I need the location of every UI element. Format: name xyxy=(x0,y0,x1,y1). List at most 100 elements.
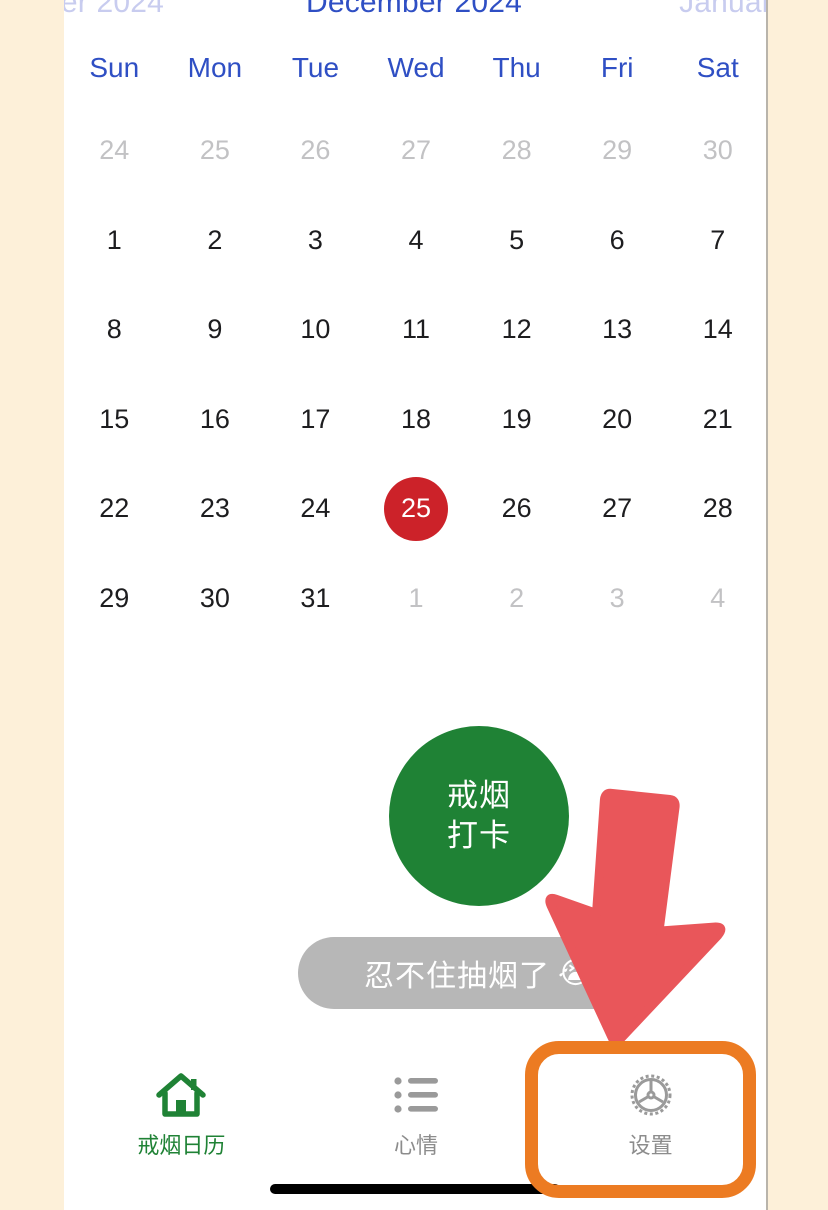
calendar-day-number: 2 xyxy=(509,582,525,613)
calendar-day-cell[interactable]: 3 xyxy=(265,196,366,286)
calendar-day-cell[interactable]: 10 xyxy=(265,285,366,375)
calendar-day-number: 6 xyxy=(609,224,625,255)
calendar-day-number: 1 xyxy=(408,582,424,613)
next-month-label[interactable]: Januar xyxy=(679,0,766,20)
calendar-day-number: 23 xyxy=(199,493,230,524)
calendar-day-cell[interactable]: 17 xyxy=(265,375,366,465)
weekday-thu: Thu xyxy=(492,52,541,83)
calendar-day-cell[interactable]: 19 xyxy=(466,375,567,465)
calendar-day-cell[interactable]: 13 xyxy=(567,285,668,375)
calendar-day-cell[interactable]: 9 xyxy=(165,285,266,375)
calendar-day-cell[interactable]: 24 xyxy=(265,464,366,554)
calendar-day-cell[interactable]: 12 xyxy=(466,285,567,375)
tab-mood-label: 心情 xyxy=(394,1133,439,1158)
calendar-day-number: 30 xyxy=(199,582,230,613)
calendar-day-cell[interactable]: 26 xyxy=(265,106,366,196)
calendar-day-cell[interactable]: 27 xyxy=(567,464,668,554)
calendar-day-number: 29 xyxy=(602,135,633,166)
calendar-day-number: 27 xyxy=(400,135,432,166)
calendar-week-row: 29 30 31 1 2 3 4 xyxy=(64,554,766,644)
calendar-day-cell[interactable]: 21 xyxy=(667,375,766,465)
checkin-button[interactable]: 戒烟 打卡 xyxy=(389,726,569,906)
calendar-day-cell[interactable]: 30 xyxy=(667,106,766,196)
calendar-day-cell[interactable]: 2 xyxy=(466,554,567,644)
calendar-day-number: 19 xyxy=(501,403,532,434)
calendar-day-cell[interactable]: 2 xyxy=(165,196,266,286)
calendar-day-cell[interactable]: 14 xyxy=(667,285,766,375)
calendar-day-cell[interactable]: 1 xyxy=(64,196,165,286)
calendar-day-cell[interactable]: 26 xyxy=(466,464,567,554)
calendar-day-number: 8 xyxy=(106,314,122,345)
calendar-day-number: 1 xyxy=(106,224,122,255)
calendar-day-number: 17 xyxy=(300,403,331,434)
calendar-day-cell[interactable]: 29 xyxy=(64,554,165,644)
calendar-day-cell[interactable]: 24 xyxy=(64,106,165,196)
calendar-day-number: 2 xyxy=(207,224,223,255)
calendar-day-number: 18 xyxy=(400,403,432,434)
bottom-tab-bar: 戒烟日历 心情 设置 xyxy=(64,1050,766,1170)
tab-calendar[interactable]: 戒烟日历 xyxy=(64,1050,299,1170)
calendar-day-number: 31 xyxy=(300,582,331,613)
weekday-tue: Tue xyxy=(291,52,340,83)
calendar-day-cell[interactable]: 1 xyxy=(366,554,467,644)
calendar-day-cell[interactable]: 31 xyxy=(265,554,366,644)
calendar-day-cell[interactable]: 30 xyxy=(165,554,266,644)
calendar-day-number: 25 xyxy=(199,135,230,166)
calendar-day-cell[interactable]: 23 xyxy=(165,464,266,554)
weekday-wed: Wed xyxy=(387,52,445,83)
calendar-date-grid: 24 25 26 27 28 29 30 1 2 3 4 5 6 7 8 9 10 11 12 13 14 15 16 17 1… xyxy=(64,106,766,644)
calendar-day-cell[interactable]: 27 xyxy=(366,106,467,196)
calendar-day-number: 28 xyxy=(702,493,733,524)
calendar-day-number: 5 xyxy=(509,224,525,255)
calendar-day-cell[interactable]: 16 xyxy=(165,375,266,465)
calendar-week-row: 15 16 17 18 19 20 21 xyxy=(64,375,766,465)
calendar-day-cell[interactable]: 29 xyxy=(567,106,668,196)
tab-settings[interactable]: 设置 xyxy=(533,1050,766,1170)
tab-mood[interactable]: 心情 xyxy=(299,1050,534,1170)
tab-calendar-label: 戒烟日历 xyxy=(137,1133,226,1158)
calendar-day-number: 3 xyxy=(307,224,323,255)
calendar-day-cell[interactable]: 22 xyxy=(64,464,165,554)
calendar-day-number: 4 xyxy=(408,224,424,255)
calendar-day-number: 26 xyxy=(501,493,532,524)
calendar-day-number: 9 xyxy=(207,314,223,345)
calendar-day-cell[interactable]: 28 xyxy=(466,106,567,196)
calendar-day-number: 20 xyxy=(602,403,633,434)
calendar-day-cell[interactable]: 25 xyxy=(366,464,467,554)
calendar-day-number: 24 xyxy=(99,135,130,166)
calendar-day-number: 29 xyxy=(99,582,130,613)
calendar-day-number: 10 xyxy=(300,314,331,345)
calendar-day-number: 22 xyxy=(99,493,130,524)
calendar-day-cell[interactable]: 15 xyxy=(64,375,165,465)
calendar-day-cell[interactable]: 4 xyxy=(366,196,467,286)
screenshot-root: ber 2024 December 2024 Januar Sun Mon Tu… xyxy=(0,0,828,1210)
calendar-day-cell[interactable]: 5 xyxy=(466,196,567,286)
calendar-day-cell[interactable]: 20 xyxy=(567,375,668,465)
calendar-day-cell[interactable]: 3 xyxy=(567,554,668,644)
relapse-button[interactable]: 忍不住抽烟了 😭 xyxy=(298,937,660,1009)
checkin-label-line2: 打卡 xyxy=(447,818,511,853)
calendar-day-cell[interactable]: 28 xyxy=(667,464,766,554)
weekday-header-row: Sun Mon Tue Wed Thu Fri Sat xyxy=(64,48,766,92)
calendar-day-selected: 25 xyxy=(384,476,449,541)
checkin-label-line1: 戒烟 xyxy=(447,778,511,814)
calendar-week-row: 24 25 26 27 28 29 30 xyxy=(64,106,766,196)
calendar-day-number: 13 xyxy=(602,314,633,345)
calendar-day-cell[interactable]: 18 xyxy=(366,375,467,465)
calendar-day-number: 12 xyxy=(501,314,532,345)
calendar-day-cell[interactable]: 6 xyxy=(567,196,668,286)
calendar-day-number: 21 xyxy=(702,403,733,434)
weekday-fri: Fri xyxy=(600,52,634,83)
calendar-day-number: 30 xyxy=(702,135,733,166)
calendar-day-cell[interactable]: 7 xyxy=(667,196,766,286)
calendar-day-cell[interactable]: 25 xyxy=(165,106,266,196)
calendar-day-cell[interactable]: 4 xyxy=(667,554,766,644)
calendar-day-number: 3 xyxy=(609,582,625,613)
calendar-day-number: 16 xyxy=(199,403,230,434)
current-month-label: December 2024 xyxy=(305,0,523,19)
calendar-week-row: 1 2 3 4 5 6 7 xyxy=(64,196,766,286)
calendar-day-cell[interactable]: 11 xyxy=(366,285,467,375)
tab-settings-label: 设置 xyxy=(628,1133,673,1158)
calendar-day-number: 11 xyxy=(402,314,431,345)
calendar-day-cell[interactable]: 8 xyxy=(64,285,165,375)
